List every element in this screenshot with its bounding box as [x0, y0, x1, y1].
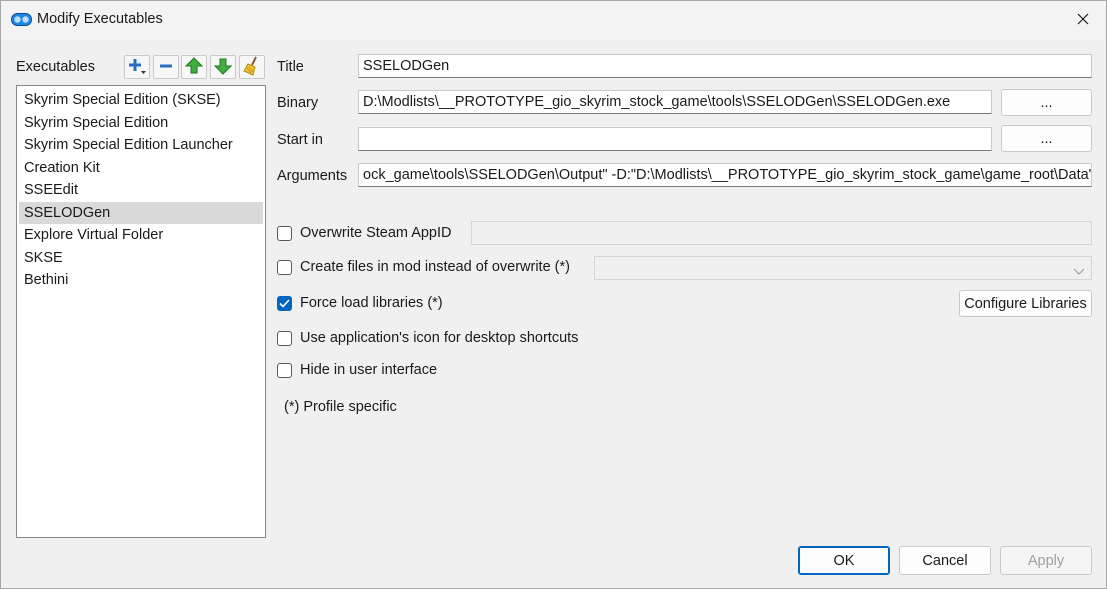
- use-icon-checkbox[interactable]: [277, 330, 292, 346]
- title-bar: Modify Executables: [1, 1, 1106, 39]
- binary-browse-button[interactable]: ...: [1001, 89, 1092, 116]
- executable-list-item[interactable]: SKSE: [19, 247, 263, 270]
- force-load-checkbox[interactable]: [277, 295, 292, 311]
- ok-button[interactable]: OK: [798, 546, 890, 575]
- overwrite-appid-checkbox[interactable]: [277, 225, 292, 241]
- arguments-input[interactable]: ock_game\tools\SSELODGen\Output" -D:"D:\…: [358, 163, 1092, 187]
- binary-label: Binary: [277, 95, 319, 111]
- move-up-button[interactable]: [181, 55, 207, 79]
- force-load-row: Force load libraries (*): [277, 293, 443, 313]
- binary-input[interactable]: D:\Modlists\__PROTOTYPE_gio_skyrim_stock…: [358, 90, 992, 114]
- create-files-checkbox[interactable]: [277, 259, 292, 275]
- remove-icon: [158, 58, 174, 77]
- start-in-label: Start in: [277, 132, 323, 148]
- create-files-label: Create files in mod instead of overwrite…: [300, 259, 570, 275]
- checkmark-icon: [279, 295, 290, 311]
- title-input[interactable]: SSELODGen: [358, 54, 1092, 78]
- window-title: Modify Executables: [37, 11, 163, 27]
- start-in-input[interactable]: [358, 127, 992, 151]
- close-button[interactable]: [1060, 1, 1106, 39]
- executable-list-item[interactable]: Skyrim Special Edition Launcher: [19, 134, 263, 157]
- arguments-label: Arguments: [277, 168, 348, 184]
- create-files-row: Create files in mod instead of overwrite…: [277, 257, 570, 277]
- overwrite-appid-label: Overwrite Steam AppID: [300, 225, 452, 241]
- mod-select-dropdown[interactable]: [594, 256, 1092, 280]
- close-icon: [1077, 12, 1089, 28]
- arrow-up-icon: [184, 56, 204, 78]
- title-label: Title: [277, 59, 304, 75]
- use-icon-row: Use application's icon for desktop short…: [277, 328, 578, 348]
- mo2-logo-icon: [11, 13, 32, 26]
- start-in-browse-button[interactable]: ...: [1001, 125, 1092, 152]
- hide-ui-label: Hide in user interface: [300, 362, 438, 378]
- hide-ui-row: Hide in user interface: [277, 360, 437, 380]
- executables-label: Executables: [16, 59, 95, 75]
- executable-list-item[interactable]: Skyrim Special Edition (SKSE): [19, 89, 263, 112]
- executable-list-item[interactable]: SSELODGen: [19, 201, 263, 224]
- force-load-label: Force load libraries (*): [300, 295, 443, 311]
- executables-list[interactable]: Skyrim Special Edition (SKSE) Skyrim Spec…: [16, 85, 266, 538]
- remove-executable-button[interactable]: [153, 55, 179, 79]
- profile-specific-note: (*) Profile specific: [284, 399, 397, 415]
- configure-libraries-button[interactable]: Configure Libraries: [959, 290, 1092, 317]
- clear-button[interactable]: [239, 55, 265, 79]
- executable-list-item[interactable]: Bethini: [19, 269, 263, 292]
- hide-ui-checkbox[interactable]: [277, 362, 292, 378]
- apply-button[interactable]: Apply: [1000, 546, 1092, 575]
- executable-list-item[interactable]: Skyrim Special Edition: [19, 112, 263, 135]
- chevron-down-icon: [1073, 263, 1085, 279]
- add-executable-button[interactable]: [124, 55, 150, 79]
- executable-list-item[interactable]: Creation Kit: [19, 157, 263, 180]
- use-icon-label: Use application's icon for desktop short…: [300, 330, 579, 346]
- modify-executables-dialog: Modify Executables Executables Skyrim Sp…: [0, 0, 1107, 589]
- broom-icon: [242, 56, 262, 79]
- add-dropdown-icon: [127, 57, 147, 78]
- executable-list-item[interactable]: Explore Virtual Folder: [19, 224, 263, 247]
- executable-list-item[interactable]: SSEEdit: [19, 179, 263, 202]
- move-down-button[interactable]: [210, 55, 236, 79]
- appid-input[interactable]: [471, 221, 1092, 245]
- cancel-button[interactable]: Cancel: [899, 546, 991, 575]
- overwrite-appid-row: Overwrite Steam AppID: [277, 223, 452, 243]
- arrow-down-icon: [213, 57, 233, 78]
